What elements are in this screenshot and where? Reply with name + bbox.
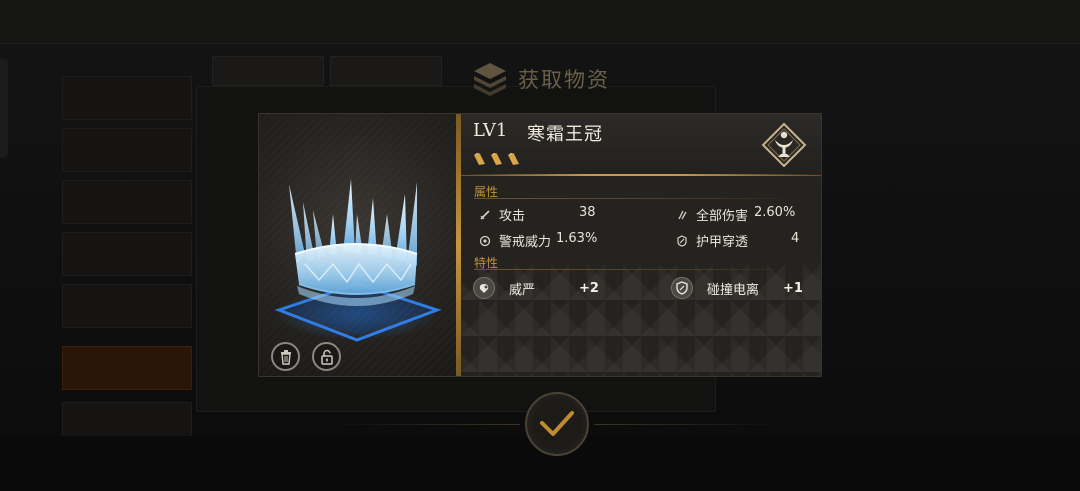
top-bar	[0, 0, 1080, 44]
stack-icon	[474, 63, 506, 96]
confirm-button[interactable]	[525, 392, 589, 456]
stat-name: 攻击	[499, 209, 526, 224]
trash-button[interactable]	[271, 342, 300, 371]
trait-value: +1	[783, 281, 803, 296]
stat-value: 38	[579, 205, 596, 220]
star-icon	[491, 153, 502, 165]
lock-toggle-button[interactable]	[312, 342, 341, 371]
frost-crown-image	[274, 179, 442, 342]
confirm-line-right	[594, 424, 784, 425]
stat-name: 护甲穿透	[696, 235, 749, 250]
star-rating	[473, 152, 520, 166]
item-image-area	[259, 114, 456, 376]
alert-orb-icon	[479, 235, 491, 246]
star-icon	[474, 153, 485, 165]
stat-value: 4	[791, 231, 800, 246]
trait-name: 碰撞电离	[707, 282, 760, 298]
trait-value: +2	[579, 281, 599, 296]
item-name: 寒霜王冠	[527, 124, 603, 145]
dialog-header: 获取物资	[470, 58, 610, 100]
bg-menu-item	[62, 128, 192, 172]
stat-name: 全部伤害	[696, 209, 749, 224]
chalice-emblem-icon	[761, 122, 807, 168]
unlock-icon	[320, 349, 333, 365]
sword-icon	[480, 209, 490, 220]
side-handle	[0, 58, 8, 158]
bg-menu-item	[62, 180, 192, 224]
bg-menu-item-active	[62, 346, 192, 390]
attributes-divider	[474, 198, 798, 199]
dialog-title: 获取物资	[518, 68, 610, 92]
bg-tab	[330, 56, 442, 86]
item-header: LV1 寒霜王冠	[461, 114, 821, 176]
bg-menu-item	[62, 232, 192, 276]
armor-pierce-icon	[677, 234, 687, 247]
stat-armor-pierce: 护甲穿透	[676, 231, 748, 250]
stat-value: 2.60%	[754, 205, 796, 220]
confirm-line-left	[330, 424, 520, 425]
majesty-trait-icon	[473, 277, 495, 299]
trash-icon	[280, 349, 291, 365]
claw-icon	[678, 210, 687, 219]
bg-menu-item	[62, 76, 192, 120]
item-level: LV1	[473, 120, 508, 141]
stat-alert-power: 警戒威力	[479, 231, 551, 250]
stat-all-damage: 全部伤害	[676, 205, 748, 224]
shield-trait-icon	[671, 277, 693, 299]
checkmark-icon	[540, 411, 574, 436]
bg-tab	[212, 56, 324, 86]
traits-divider	[474, 269, 798, 270]
trait-majesty[interactable]: 威严	[473, 277, 535, 299]
star-icon	[508, 153, 519, 165]
stat-value: 1.63%	[556, 231, 598, 246]
item-info: LV1 寒霜王冠 属性 攻击 38 全部伤害 2.60% 警戒威力 1.63% …	[461, 114, 821, 376]
bg-menu-item	[62, 284, 192, 328]
trait-collision-ionization[interactable]: 碰撞电离	[671, 277, 759, 299]
stat-name: 警戒威力	[499, 235, 552, 250]
stat-attack: 攻击	[479, 205, 525, 224]
trait-name: 威严	[509, 282, 536, 298]
item-card: LV1 寒霜王冠 属性 攻击 38 全部伤害 2.60% 警戒威力 1.63% …	[258, 113, 822, 377]
